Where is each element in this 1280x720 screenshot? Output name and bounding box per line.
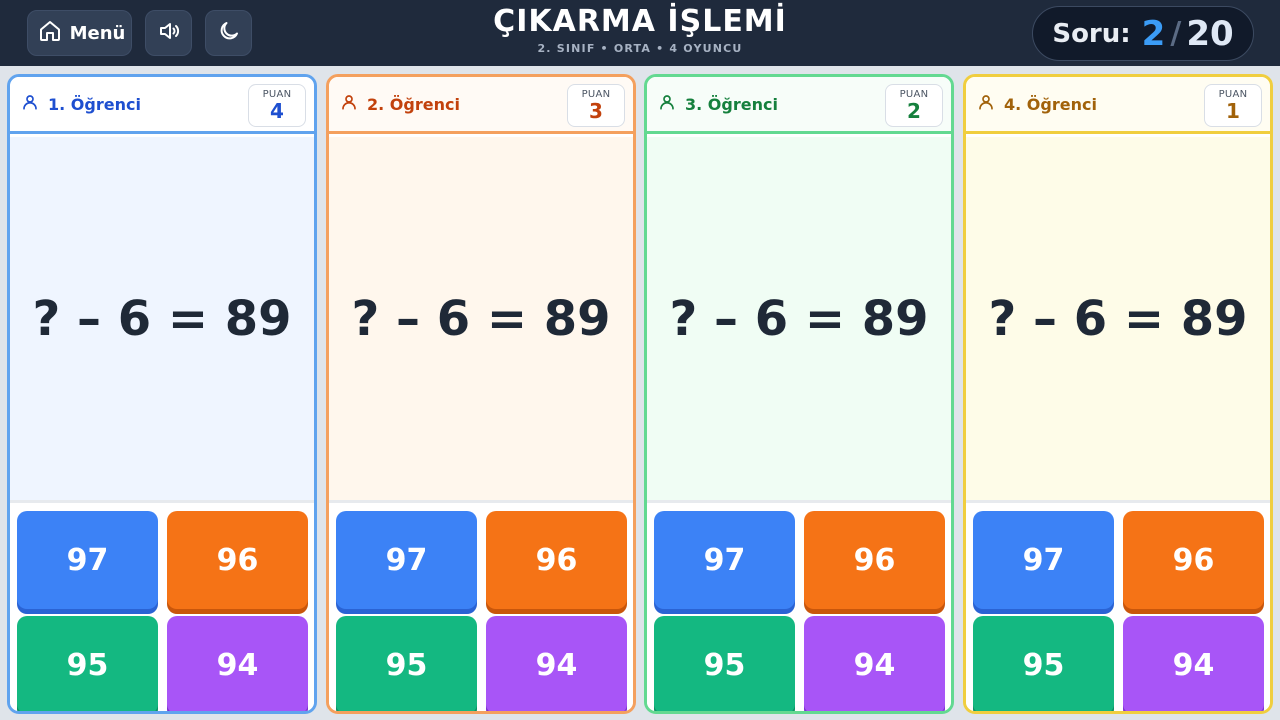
score-badge: PUAN 3 (567, 84, 625, 127)
player-name: 4. Öğrenci (1004, 94, 1097, 114)
moon-icon (217, 19, 241, 47)
speaker-icon (157, 19, 181, 47)
answer-grid: 97 96 95 94 (647, 500, 951, 711)
answer-button-3[interactable]: 95 (654, 616, 795, 711)
player-header: 2. Öğrenci PUAN 3 (329, 77, 633, 134)
answer-button-1[interactable]: 97 (973, 511, 1114, 609)
player-identity: 1. Öğrenci (21, 93, 141, 115)
player-header: 3. Öğrenci PUAN 2 (647, 77, 951, 134)
counter-separator: / (1170, 16, 1182, 51)
score-badge: PUAN 4 (248, 84, 306, 127)
player-name: 1. Öğrenci (48, 94, 141, 114)
answer-button-3[interactable]: 95 (336, 616, 477, 711)
question-area: ? – 6 = 89 (966, 137, 1270, 500)
title-block: ÇIKARMA İŞLEMİ 2. SINIF • ORTA • 4 OYUNC… (340, 4, 940, 55)
score-badge: PUAN 1 (1204, 84, 1262, 127)
question-counter: Soru: 2 / 20 (1032, 6, 1254, 61)
answer-button-4[interactable]: 94 (804, 616, 945, 711)
answer-button-4[interactable]: 94 (167, 616, 308, 711)
answer-button-1[interactable]: 97 (654, 511, 795, 609)
answer-button-4[interactable]: 94 (486, 616, 627, 711)
game-title: ÇIKARMA İŞLEMİ (493, 4, 787, 39)
answer-button-1[interactable]: 97 (336, 511, 477, 609)
question-area: ? – 6 = 89 (10, 137, 314, 500)
score-value: 3 (589, 99, 603, 123)
home-icon (38, 19, 62, 47)
question-text: ? – 6 = 89 (988, 290, 1248, 347)
question-area: ? – 6 = 89 (647, 137, 951, 500)
answer-button-4[interactable]: 94 (1123, 616, 1264, 711)
answer-grid: 97 96 95 94 (966, 500, 1270, 711)
answer-button-3[interactable]: 95 (973, 616, 1114, 711)
player-panel-4: 4. Öğrenci PUAN 1 ? – 6 = 89 97 96 95 94 (963, 74, 1273, 714)
answer-button-1[interactable]: 97 (17, 511, 158, 609)
score-value: 4 (270, 99, 284, 123)
player-panel-2: 2. Öğrenci PUAN 3 ? – 6 = 89 97 96 95 94 (326, 74, 636, 714)
answer-grid: 97 96 95 94 (10, 500, 314, 711)
question-text: ? – 6 = 89 (351, 290, 611, 347)
question-text: ? – 6 = 89 (32, 290, 292, 347)
game-subtitle: 2. SINIF • ORTA • 4 OYUNCU (537, 42, 743, 55)
user-icon (658, 93, 676, 115)
player-name: 3. Öğrenci (685, 94, 778, 114)
user-icon (21, 93, 39, 115)
answer-button-2[interactable]: 96 (486, 511, 627, 609)
answer-button-2[interactable]: 96 (1123, 511, 1264, 609)
user-icon (977, 93, 995, 115)
player-panel-1: 1. Öğrenci PUAN 4 ? – 6 = 89 97 96 95 94 (7, 74, 317, 714)
top-bar: Menü ÇIKARMA İŞLEMİ 2. SINIF • ORTA • 4 … (0, 0, 1280, 66)
counter-label: Soru: (1052, 18, 1131, 49)
counter-total: 20 (1186, 13, 1234, 54)
question-text: ? – 6 = 89 (669, 290, 929, 347)
player-panel-3: 3. Öğrenci PUAN 2 ? – 6 = 89 97 96 95 94 (644, 74, 954, 714)
score-value: 2 (907, 99, 921, 123)
player-header: 1. Öğrenci PUAN 4 (10, 77, 314, 134)
answer-button-2[interactable]: 96 (167, 511, 308, 609)
player-identity: 2. Öğrenci (340, 93, 460, 115)
player-name: 2. Öğrenci (367, 94, 460, 114)
player-identity: 3. Öğrenci (658, 93, 778, 115)
answer-button-2[interactable]: 96 (804, 511, 945, 609)
answer-button-3[interactable]: 95 (17, 616, 158, 711)
score-badge: PUAN 2 (885, 84, 943, 127)
sound-toggle-button[interactable] (145, 10, 192, 56)
player-identity: 4. Öğrenci (977, 93, 1097, 115)
score-value: 1 (1226, 99, 1240, 123)
question-area: ? – 6 = 89 (329, 137, 633, 500)
answer-grid: 97 96 95 94 (329, 500, 633, 711)
player-header: 4. Öğrenci PUAN 1 (966, 77, 1270, 134)
menu-button-label: Menü (69, 22, 126, 44)
theme-toggle-button[interactable] (205, 10, 252, 56)
user-icon (340, 93, 358, 115)
counter-current: 2 (1141, 13, 1166, 54)
menu-button[interactable]: Menü (27, 10, 132, 56)
